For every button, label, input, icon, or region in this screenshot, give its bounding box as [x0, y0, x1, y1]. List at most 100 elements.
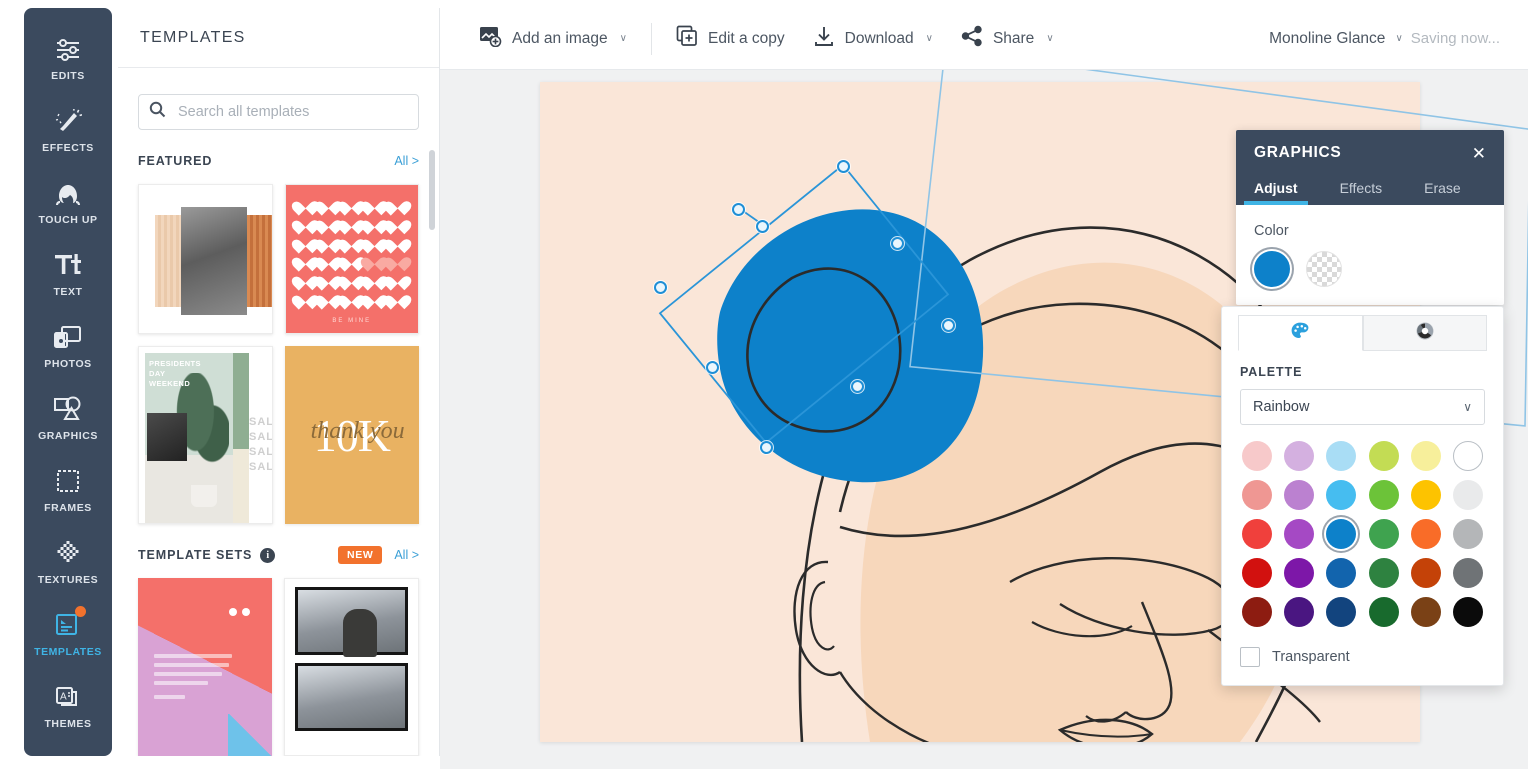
featured-all-link[interactable]: All >	[394, 154, 419, 168]
handle-top-right[interactable]	[890, 236, 904, 250]
pixlr-editor-app: EDITS EFFECTS TOUCH UP TEXT PHOTOS GRAPH…	[0, 0, 1536, 777]
graphics-icon	[53, 395, 83, 425]
share-button[interactable]: Share ∨	[947, 19, 1068, 59]
download-button[interactable]: Download ∨	[799, 19, 947, 59]
color-swatch[interactable]	[1284, 480, 1315, 510]
color-swatch[interactable]	[1368, 558, 1399, 588]
color-swatch[interactable]	[1242, 597, 1273, 627]
sidebar-item-text[interactable]: TEXT	[24, 238, 112, 310]
face-icon	[53, 179, 83, 209]
color-swatch[interactable]	[1284, 558, 1315, 588]
sidebar-item-edits[interactable]: EDITS	[24, 22, 112, 94]
template-thumbnail[interactable]: 10K thank you	[284, 346, 419, 524]
sliders-icon	[54, 35, 82, 65]
graphics-tabs: Adjust Effects Erase	[1244, 176, 1486, 205]
add-image-button[interactable]: Add an image ∨	[464, 19, 641, 59]
tab-erase[interactable]: Erase	[1424, 176, 1461, 205]
sidebar-item-graphics[interactable]: GRAPHICS	[24, 382, 112, 454]
close-icon[interactable]: ✕	[1472, 145, 1486, 162]
color-swatch[interactable]	[1326, 441, 1357, 471]
document-name[interactable]: Monoline Glance	[1269, 30, 1385, 48]
handle-left[interactable]	[653, 280, 667, 294]
template-set-thumbnail[interactable]	[283, 578, 419, 756]
templates-panel: TEMPLATES FEATURED All >	[118, 8, 440, 756]
info-icon[interactable]: i	[260, 547, 276, 563]
color-swatch[interactable]	[1410, 441, 1441, 471]
top-toolbar: Add an image ∨ Edit a copy Download ∨ Sh…	[440, 8, 1528, 70]
color-swatch[interactable]	[1452, 597, 1483, 627]
handle-bottom[interactable]	[759, 440, 773, 454]
color-swatch[interactable]	[1326, 519, 1357, 549]
tab-adjust[interactable]: Adjust	[1244, 176, 1308, 205]
color-wheel-icon	[1415, 321, 1435, 346]
rotate-handle[interactable]	[731, 202, 745, 216]
sidebar-item-label: PHOTOS	[44, 357, 92, 370]
toolbar-divider	[650, 22, 652, 55]
palette-tab[interactable]	[1238, 315, 1363, 351]
tab-effects[interactable]: Effects	[1340, 176, 1383, 205]
sidebar-item-effects[interactable]: EFFECTS	[24, 94, 112, 166]
color-swatch[interactable]	[1326, 597, 1357, 627]
left-tool-rail: EDITS EFFECTS TOUCH UP TEXT PHOTOS GRAPH…	[24, 8, 112, 756]
transparent-color-swatch[interactable]	[1306, 251, 1342, 287]
template-sets-section-header: TEMPLATE SETS i NEW All >	[138, 544, 419, 566]
search-box[interactable]	[138, 94, 419, 130]
handle-top-left[interactable]	[755, 219, 769, 233]
handle-right[interactable]	[941, 318, 955, 332]
template-thumbnail[interactable]	[138, 184, 273, 334]
color-swatch[interactable]	[1242, 480, 1273, 510]
search-input[interactable]	[178, 104, 408, 120]
search-icon	[149, 101, 166, 123]
sidebar-item-touch-up[interactable]: TOUCH UP	[24, 166, 112, 238]
textures-icon	[53, 539, 83, 569]
edit-a-copy-button[interactable]: Edit a copy	[662, 19, 799, 59]
handle-bottom-right[interactable]	[850, 379, 864, 393]
color-swatch[interactable]	[1284, 519, 1315, 549]
sidebar-item-label: FRAMES	[44, 501, 92, 514]
current-color-swatch[interactable]	[1254, 251, 1290, 287]
color-swatch[interactable]	[1242, 519, 1273, 549]
sidebar-item-frames[interactable]: FRAMES	[24, 454, 112, 526]
sidebar-item-textures[interactable]: TEXTURES	[24, 526, 112, 598]
template-thumbnail[interactable]: PRESIDENTSDAYWEEKEND SALESALESALESALE	[138, 346, 273, 524]
color-swatch[interactable]	[1452, 480, 1483, 510]
panel-scrollbar[interactable]	[429, 150, 435, 230]
color-swatch[interactable]	[1410, 558, 1441, 588]
color-label: Color	[1254, 223, 1289, 239]
color-swatch[interactable]	[1368, 597, 1399, 627]
color-swatch[interactable]	[1368, 441, 1399, 471]
template-sets-all-link[interactable]: All >	[394, 548, 419, 562]
featured-row-1: BE MINE	[138, 184, 419, 334]
color-swatch[interactable]	[1410, 597, 1441, 627]
featured-section-header: FEATURED All >	[138, 150, 419, 172]
color-swatch[interactable]	[1368, 480, 1399, 510]
template-set-thumbnail[interactable]	[138, 578, 272, 756]
edit-a-copy-label: Edit a copy	[707, 29, 785, 47]
chevron-down-icon[interactable]: ∨	[1395, 33, 1402, 44]
color-swatch[interactable]	[1410, 480, 1441, 510]
color-swatch[interactable]	[1410, 519, 1441, 549]
photos-icon	[53, 323, 83, 353]
color-swatch[interactable]	[1326, 558, 1357, 588]
color-swatch[interactable]	[1242, 441, 1273, 471]
color-swatch[interactable]	[1368, 519, 1399, 549]
save-status: Saving now...	[1410, 30, 1500, 47]
color-wheel-tab[interactable]	[1362, 315, 1487, 351]
sidebar-item-templates[interactable]: TEMPLATES	[24, 598, 112, 670]
transparent-checkbox[interactable]	[1240, 647, 1260, 667]
template-thumbnail[interactable]: BE MINE	[284, 184, 419, 334]
palette-select[interactable]: Rainbow ∨	[1240, 389, 1485, 425]
handle-top[interactable]	[836, 159, 850, 173]
handle-bottom-left[interactable]	[705, 360, 719, 374]
color-swatch[interactable]	[1284, 441, 1315, 471]
sidebar-item-photos[interactable]: PHOTOS	[24, 310, 112, 382]
color-swatch[interactable]	[1242, 558, 1273, 588]
sidebar-item-themes[interactable]: A THEMES	[24, 670, 112, 742]
color-swatch[interactable]	[1452, 519, 1483, 549]
new-badge: NEW	[338, 546, 383, 564]
picker-tabs	[1222, 307, 1503, 351]
color-swatch[interactable]	[1452, 441, 1483, 471]
color-swatch[interactable]	[1284, 597, 1315, 627]
color-swatch[interactable]	[1326, 480, 1357, 510]
color-swatch[interactable]	[1452, 558, 1483, 588]
